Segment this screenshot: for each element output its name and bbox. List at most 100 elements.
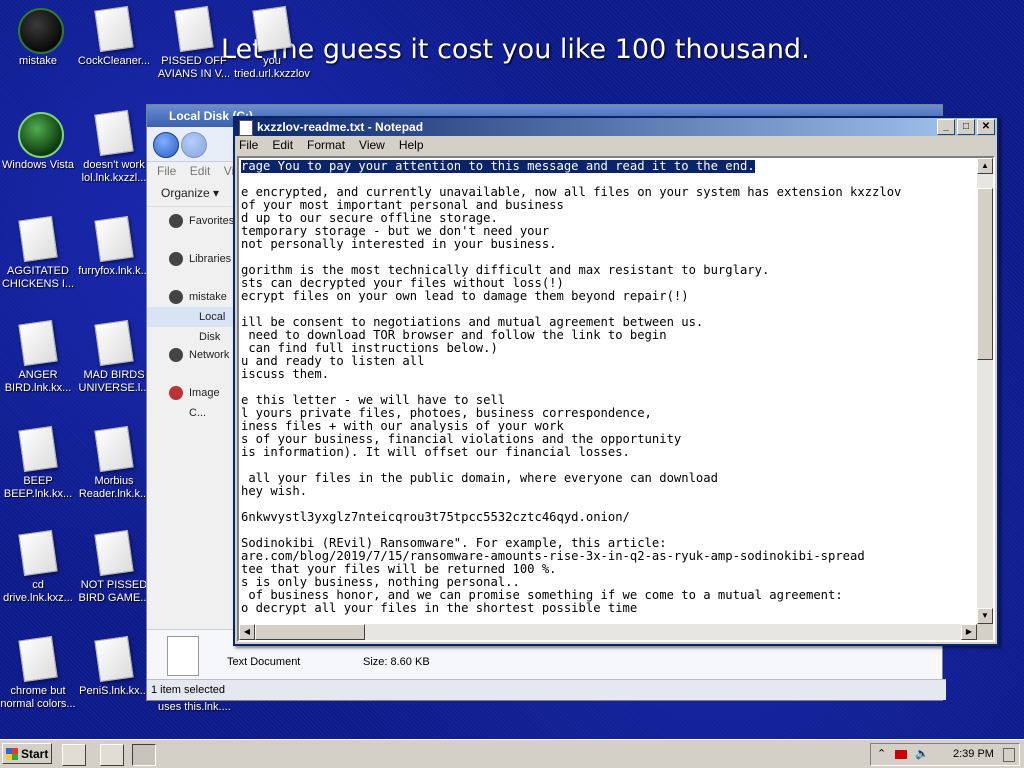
desktop-icon[interactable]: you tried.url.kxzzlov — [234, 5, 310, 81]
show-desktop-button[interactable] — [1003, 748, 1015, 762]
document-icon — [94, 319, 134, 367]
desktop-icon-label: doesn't work lol.lnk.kxzzl... — [81, 159, 147, 184]
minimize-button[interactable]: _ — [937, 119, 955, 135]
back-arrow-icon[interactable] — [153, 132, 179, 158]
notepad-task-icon[interactable] — [132, 744, 156, 766]
text-line: s is only business, nothing personal.. — [241, 575, 520, 589]
menu-file[interactable]: File — [239, 136, 258, 154]
desktop-icon-label: furryfox.lnk.k... — [78, 265, 150, 277]
desktop-icon[interactable]: Windows Vista — [0, 112, 76, 172]
document-icon — [94, 109, 134, 157]
menu-edit[interactable]: Edit — [272, 136, 293, 154]
clock[interactable]: 2:39 PM — [953, 744, 994, 765]
menu-help[interactable]: Help — [399, 136, 424, 154]
sidebar-item-network[interactable]: Network — [147, 345, 233, 365]
desktop-icon-label: mistake — [19, 55, 57, 67]
desktop-icon[interactable]: MAD BIRDS UNIVERSE.l... — [76, 319, 152, 395]
notepad-titlebar[interactable]: kxzzlov-readme.txt - Notepad _ □ ✕ — [235, 118, 997, 136]
explorer-menu-file[interactable]: File — [157, 164, 176, 178]
scroll-right-icon[interactable]: ▶ — [961, 624, 977, 640]
desktop-icon-label: Windows Vista — [2, 159, 74, 171]
desktop-icon[interactable]: AGGITATED CHICKENS I... — [0, 215, 76, 291]
desktop-icon[interactable]: PeniS.lnk.kx... — [76, 635, 152, 698]
vertical-scrollbar[interactable]: ▲ ▼ — [977, 158, 993, 624]
text-line: e encrypted, and currently unavailable, … — [241, 185, 902, 199]
desktop-icon-label: PeniS.lnk.kx... — [79, 685, 149, 697]
desktop-icon-label: AGGITATED CHICKENS I... — [1, 265, 75, 290]
desktop-icon[interactable]: doesn't work lol.lnk.kxzzl... — [76, 109, 152, 185]
scroll-down-icon[interactable]: ▼ — [977, 608, 993, 624]
desktop-icon-label: MAD BIRDS UNIVERSE.l... — [78, 369, 150, 394]
horizontal-scroll-thumb[interactable] — [255, 624, 365, 640]
text-line: 6nkwvystl3yxglz7nteicqrou3t75tpcc5532czt… — [241, 510, 630, 524]
desktop-icon[interactable]: chrome but normal colors... — [0, 635, 76, 711]
desktop-icon[interactable]: BEEP BEEP.lnk.kx... — [0, 425, 76, 501]
horizontal-scrollbar[interactable]: ◀ ▶ — [239, 624, 977, 640]
text-line: l yours private files, photoes, business… — [241, 406, 652, 420]
forward-arrow-icon[interactable] — [181, 132, 207, 158]
document-icon — [18, 425, 58, 473]
document-icon — [252, 5, 292, 53]
scroll-left-icon[interactable]: ◀ — [239, 624, 255, 640]
text-line: ecrypt files on your own lead to damage … — [241, 289, 689, 303]
text-line: temporary storage - but we don't need yo… — [241, 224, 550, 238]
scroll-up-icon[interactable]: ▲ — [977, 158, 993, 174]
explorer-menu-edit[interactable]: Edit — [190, 164, 211, 178]
taskbar: Start ⌃ 🔈 2:39 PM — [0, 739, 1024, 768]
text-line: of your most important personal and busi… — [241, 198, 564, 212]
desktop-icon[interactable]: mistake — [0, 8, 76, 68]
tray-expand-icon[interactable]: ⌃ — [877, 744, 886, 765]
sidebar-label: Local Disk — [199, 311, 226, 343]
start-button[interactable]: Start — [2, 743, 52, 764]
desktop-icon[interactable]: PISSED OFF AVIANS IN V... — [156, 5, 232, 81]
desktop-icon[interactable]: NOT PISSED BIRD GAME... — [76, 529, 152, 605]
maximize-button[interactable]: □ — [957, 119, 975, 135]
sidebar-item-libraries[interactable]: Libraries — [147, 249, 233, 269]
show-desktop-icon[interactable] — [62, 744, 86, 766]
sidebar-item-mistake[interactable]: mistake — [147, 287, 233, 307]
notepad-icon — [239, 120, 253, 136]
text-line: tee that your files will be returned 100… — [241, 562, 557, 576]
desktop-icon-label: ANGER BIRD.lnk.kx... — [4, 369, 72, 394]
size-grip[interactable] — [977, 624, 993, 640]
vertical-scroll-thumb[interactable] — [977, 188, 993, 360]
text-line: of business honor, and we can promise so… — [241, 588, 843, 602]
image-icon — [169, 386, 183, 400]
text-edit-area[interactable]: rage You to pay your attention to this m… — [237, 156, 995, 642]
note-text[interactable]: rage You to pay your attention to this m… — [241, 160, 975, 622]
desktop-icon[interactable]: Morbius Reader.lnk.k... — [76, 425, 152, 501]
sidebar-item-image[interactable]: Image C... — [147, 383, 233, 419]
text-line: need to download TOR browser and follow … — [241, 328, 667, 342]
notepad-title: kxzzlov-readme.txt - Notepad — [257, 120, 424, 134]
start-label: Start — [21, 747, 49, 761]
explorer-task-icon[interactable] — [100, 744, 124, 766]
text-line: all your files in the public domain, whe… — [241, 471, 718, 485]
document-icon — [94, 635, 134, 683]
speaker-icon[interactable]: 🔈 — [915, 744, 929, 765]
desktop-icon[interactable]: CockCleaner... — [76, 5, 152, 68]
text-line: iscuss them. — [241, 367, 330, 381]
desktop-icon-label: you tried.url.kxzzlov — [234, 55, 310, 80]
flag-icon[interactable] — [895, 750, 907, 759]
desktop-icon-label: Morbius Reader.lnk.k... — [78, 475, 150, 500]
desktop-icon[interactable]: cd drive.lnk.kxz... — [0, 529, 76, 605]
details-size: Size: 8.60 KB — [363, 656, 430, 668]
menu-format[interactable]: Format — [307, 136, 345, 154]
desktop-icon-label: CockCleaner... — [77, 55, 151, 67]
text-line: Sodinokibi (REvil) Ransomware". For exam… — [241, 536, 667, 550]
desktop-icon-label: BEEP BEEP.lnk.kx... — [3, 475, 73, 500]
menu-view[interactable]: View — [359, 136, 385, 154]
desktop-icon[interactable]: ANGER BIRD.lnk.kx... — [0, 319, 76, 395]
status-text: 1 item selected — [151, 684, 225, 696]
text-line: ill be consent to negotiations and mutua… — [241, 315, 704, 329]
document-icon — [94, 529, 134, 577]
text-line: d up to our secure offline storage. — [241, 211, 498, 225]
close-button[interactable]: ✕ — [977, 119, 995, 135]
text-line: can find full instructions below.) — [241, 341, 498, 355]
desktop-icon[interactable]: furryfox.lnk.k... — [76, 215, 152, 278]
sidebar-item-local-disk[interactable]: Local Disk — [147, 307, 233, 343]
notepad-window[interactable]: kxzzlov-readme.txt - Notepad _ □ ✕ File … — [233, 116, 999, 646]
windows-logo-icon — [6, 748, 18, 760]
sidebar-item-favorites[interactable]: Favorites — [147, 211, 234, 231]
text-line: iness files + with our analysis of your … — [241, 419, 564, 433]
